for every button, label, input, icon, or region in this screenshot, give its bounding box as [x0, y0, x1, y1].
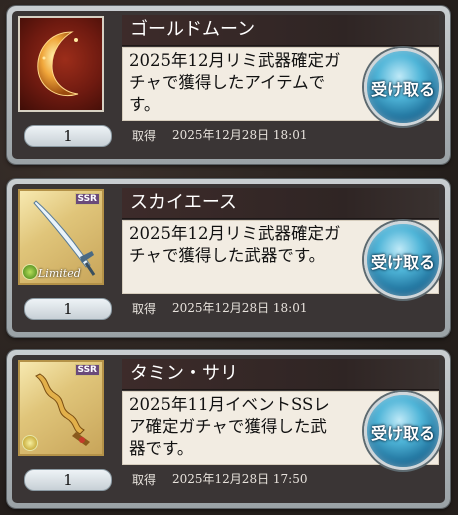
receive-button[interactable]: 受け取る [364, 48, 442, 126]
item-quantity: 1 [24, 469, 112, 491]
acquired-label: 取得 [132, 129, 157, 143]
item-receive-screen: { "items": [ { "name": "ゴールドムーン", "descr… [0, 0, 458, 515]
item-quantity: 1 [24, 298, 112, 320]
item-footer: 1 取得 2025年12月28日 17:50 [18, 467, 439, 491]
item-footer: 1 取得 2025年12月28日 18:01 [18, 296, 439, 320]
item-thumbnail: SSR Limited [18, 189, 104, 285]
receive-button[interactable]: 受け取る [364, 392, 442, 470]
acquired-label: 取得 [132, 473, 157, 487]
item-name-bar: スカイエース [122, 188, 439, 219]
item-thumbnail [18, 16, 104, 112]
item-name-bar: ゴールドムーン [122, 15, 439, 46]
item-thumbnail: SSR [18, 360, 104, 456]
item-name: タミン・サリ [130, 363, 238, 384]
rarity-badge: SSR [74, 364, 100, 376]
item-description: 2025年12月リミ武器確定ガチャで獲得した武器です。 [129, 224, 341, 265]
item-card: SSR Limited スカイエース 2025年12月リミ武器確定ガチャで獲得し… [7, 179, 450, 337]
item-footer: 1 取得 2025年12月28日 18:01 [18, 123, 439, 147]
acquired-date: 2025年12月28日 18:01 [172, 301, 308, 315]
item-description: 2025年11月イベントSSレア確定ガチャで獲得した武器です。 [129, 395, 330, 458]
item-name-bar: タミン・サリ [122, 359, 439, 390]
light-element-icon [22, 435, 38, 451]
wind-element-icon [22, 264, 38, 280]
item-name: スカイエース [130, 192, 237, 213]
acquired-label: 取得 [132, 302, 157, 316]
item-quantity: 1 [24, 125, 112, 147]
rarity-badge: SSR [74, 193, 100, 205]
limited-badge: Limited [38, 267, 81, 280]
item-description: 2025年12月リミ武器確定ガチャで獲得したアイテムです。 [129, 51, 341, 114]
item-card: ゴールドムーン 2025年12月リミ武器確定ガチャで獲得したアイテムです。 1 … [7, 6, 450, 164]
item-card: SSR タミン・サリ 2025年11月イベントSSレア確定ガチャで獲得した武器で… [7, 350, 450, 508]
item-name: ゴールドムーン [130, 19, 256, 40]
acquired-date: 2025年12月28日 17:50 [172, 472, 308, 486]
receive-button[interactable]: 受け取る [364, 221, 442, 299]
golden-crescent-moon-icon [37, 31, 79, 96]
acquired-date: 2025年12月28日 18:01 [172, 128, 308, 142]
